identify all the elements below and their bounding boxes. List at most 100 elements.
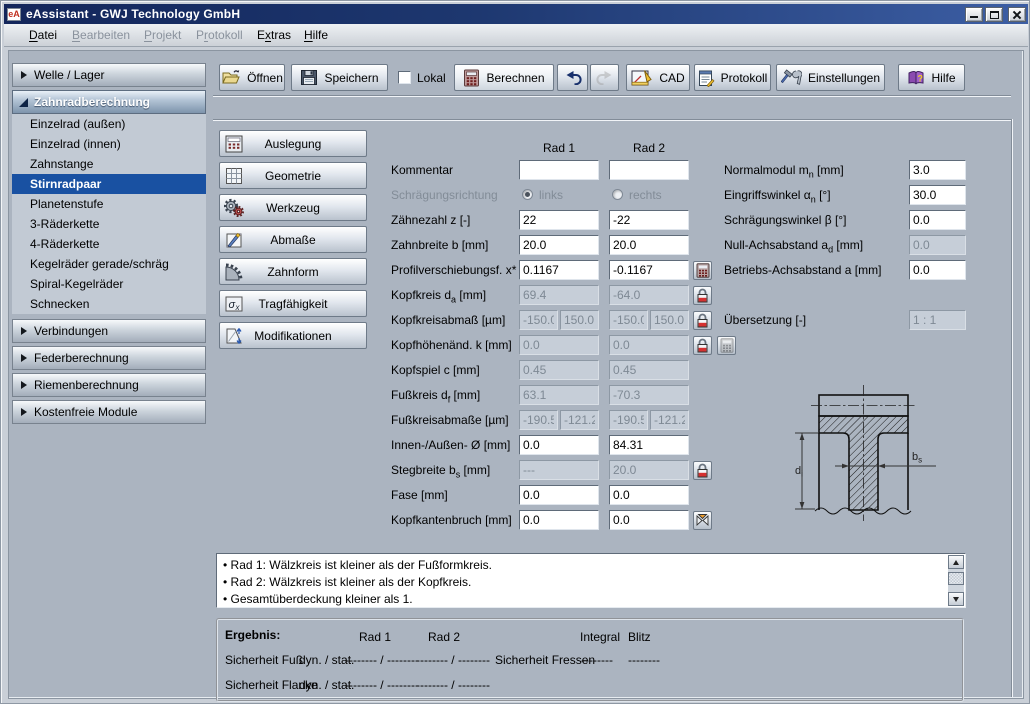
maximize-icon[interactable]: [985, 7, 1003, 22]
sidebar-section-federberechnung[interactable]: Federberechnung: [12, 346, 206, 370]
save-button[interactable]: Speichern: [291, 64, 388, 91]
sidebar-section-riemenberechnung[interactable]: Riemenberechnung: [12, 373, 206, 397]
menu-item-bearbeiten: Bearbeiten: [72, 28, 130, 42]
sidebar-section-label: Verbindungen: [34, 324, 108, 338]
sidebar-item-schnecken[interactable]: Schnecken: [12, 294, 206, 314]
settings-button[interactable]: Einstellungen: [776, 64, 885, 91]
rad1-field[interactable]: [519, 235, 599, 255]
field-label: Innen-/Außen- Ø [mm]: [391, 438, 510, 452]
redo-icon: [595, 70, 615, 85]
scroll-up-icon[interactable]: [948, 555, 964, 569]
calculator-small-icon: [720, 338, 734, 353]
param-field[interactable]: [909, 185, 966, 205]
radio-label-links: links: [539, 188, 563, 202]
local-checkbox[interactable]: [398, 71, 411, 84]
svg-text:?: ?: [918, 73, 924, 83]
menu-item-projekt: Projekt: [144, 28, 181, 42]
sidebar-item-label: Planetenstufe: [30, 197, 103, 211]
cad-button[interactable]: CAD: [626, 64, 690, 91]
lock-icon: [696, 338, 709, 353]
sidebar-section-zahnradberechnung[interactable]: Zahnradberechnung: [12, 90, 206, 114]
menu-item-datei[interactable]: Datei: [29, 28, 57, 42]
sidebar-section-kostenfreie-module[interactable]: Kostenfreie Module: [12, 400, 206, 424]
protocol-button[interactable]: Protokoll: [694, 64, 771, 91]
close-icon[interactable]: [1008, 7, 1026, 22]
rad1-field[interactable]: [519, 160, 599, 180]
calculate-button[interactable]: Berechnen: [454, 64, 554, 91]
minimize-icon[interactable]: [965, 7, 983, 22]
sidebar-item-zahnstange[interactable]: Zahnstange: [12, 154, 206, 174]
sidebar-item-kegelr-der-gerade-schr-g[interactable]: Kegelräder gerade/schräg: [12, 254, 206, 274]
sidebar-item-einzelrad-innen-[interactable]: Einzelrad (innen): [12, 134, 206, 154]
lock-button[interactable]: [693, 461, 712, 480]
chamfer-icon: [695, 513, 710, 528]
rad2-field[interactable]: [609, 485, 689, 505]
sidebar-item-stirnradpaar[interactable]: Stirnradpaar: [12, 174, 206, 194]
nav-button-tragf-higkeit[interactable]: σxTragfähigkeit: [219, 290, 367, 317]
param-label: Null-Achsabstand ad [mm]: [724, 238, 863, 254]
rad1-field[interactable]: [519, 485, 599, 505]
sidebar-item-label: Spiral-Kegelräder: [30, 277, 123, 291]
field-label: Kopfkreisabmaß [µm]: [391, 313, 505, 327]
sidebar-item-3-r-derkette[interactable]: 3-Räderkette: [12, 214, 206, 234]
param-field[interactable]: [909, 260, 966, 280]
message-scrollbar[interactable]: [948, 555, 964, 606]
sidebar-section-verbindungen[interactable]: Verbindungen: [12, 319, 206, 343]
menu-item-hilfe[interactable]: Hilfe: [304, 28, 328, 42]
rad1-field[interactable]: [519, 510, 599, 530]
lock-button[interactable]: [693, 311, 712, 330]
nav-button-zahnform[interactable]: Zahnform: [219, 258, 367, 285]
field-label: Kommentar: [391, 163, 453, 177]
sidebar-section-welle-lager[interactable]: Welle / Lager: [12, 63, 206, 87]
button-label: CAD: [659, 71, 684, 85]
nav-button-abma-e[interactable]: Abmaße: [219, 226, 367, 253]
floppy-icon: [300, 69, 318, 86]
nav-button-geometrie[interactable]: Geometrie: [219, 162, 367, 189]
rad2-field[interactable]: [609, 510, 689, 530]
sidebar-item-einzelrad-au-en-[interactable]: Einzelrad (außen): [12, 114, 206, 134]
scroll-down-icon[interactable]: [948, 592, 964, 606]
param-field[interactable]: [909, 160, 966, 180]
chevron-collapsed-icon: [21, 327, 27, 335]
calculator-small-button[interactable]: [693, 261, 712, 280]
rad2-field[interactable]: [609, 210, 689, 230]
rad2-field[interactable]: [609, 235, 689, 255]
param-label-text: Übersetzung [-]: [724, 313, 806, 327]
nav-button-auslegung[interactable]: Auslegung: [219, 130, 367, 157]
lock-button[interactable]: [693, 286, 712, 305]
field-label-unit: [mm]: [450, 388, 480, 402]
cad-icon: [631, 69, 653, 87]
lock-button[interactable]: [693, 336, 712, 355]
sidebar-item-4-r-derkette[interactable]: 4-Räderkette: [12, 234, 206, 254]
rad1-field[interactable]: [519, 210, 599, 230]
nav-button-modifikationen[interactable]: Modifikationen: [219, 322, 367, 349]
field-label-text: Innen-/Außen- Ø [mm]: [391, 438, 510, 452]
sidebar-item-label: Stirnradpaar: [30, 177, 101, 191]
field-label-text: Zahnbreite b [mm]: [391, 238, 488, 252]
sidebar-item-planetenstufe[interactable]: Planetenstufe: [12, 194, 206, 214]
menu-item-extras[interactable]: Extras: [257, 28, 291, 42]
rad2-field-upper: [650, 410, 689, 430]
chamfer-button[interactable]: [693, 511, 712, 530]
calculator-icon: [463, 69, 480, 87]
sidebar-item-spiral-kegelr-der[interactable]: Spiral-Kegelräder: [12, 274, 206, 294]
nav-button-label: Geometrie: [265, 169, 321, 183]
rad2-field[interactable]: [609, 160, 689, 180]
undo-button[interactable]: [557, 64, 588, 91]
lock-icon: [696, 313, 709, 328]
help-button[interactable]: ?Hilfe: [898, 64, 965, 91]
warning-message: Rad 2: Wälzkreis ist kleiner als der Kop…: [217, 574, 965, 591]
param-field[interactable]: [909, 210, 966, 230]
open-button[interactable]: Öffnen: [219, 64, 285, 91]
rad2-field[interactable]: [609, 435, 689, 455]
chevron-collapsed-icon: [21, 381, 27, 389]
rad2-field[interactable]: [609, 260, 689, 280]
nav-button-werkzeug[interactable]: Werkzeug: [219, 194, 367, 221]
design-icon: [224, 134, 244, 154]
rad1-field[interactable]: [519, 435, 599, 455]
rad1-field[interactable]: [519, 260, 599, 280]
radio-links: [522, 189, 533, 200]
field-label-text: Stegbreite b: [391, 463, 456, 477]
results-value-integral: --------: [581, 653, 613, 667]
scrollbar-thumb[interactable]: [948, 572, 964, 585]
